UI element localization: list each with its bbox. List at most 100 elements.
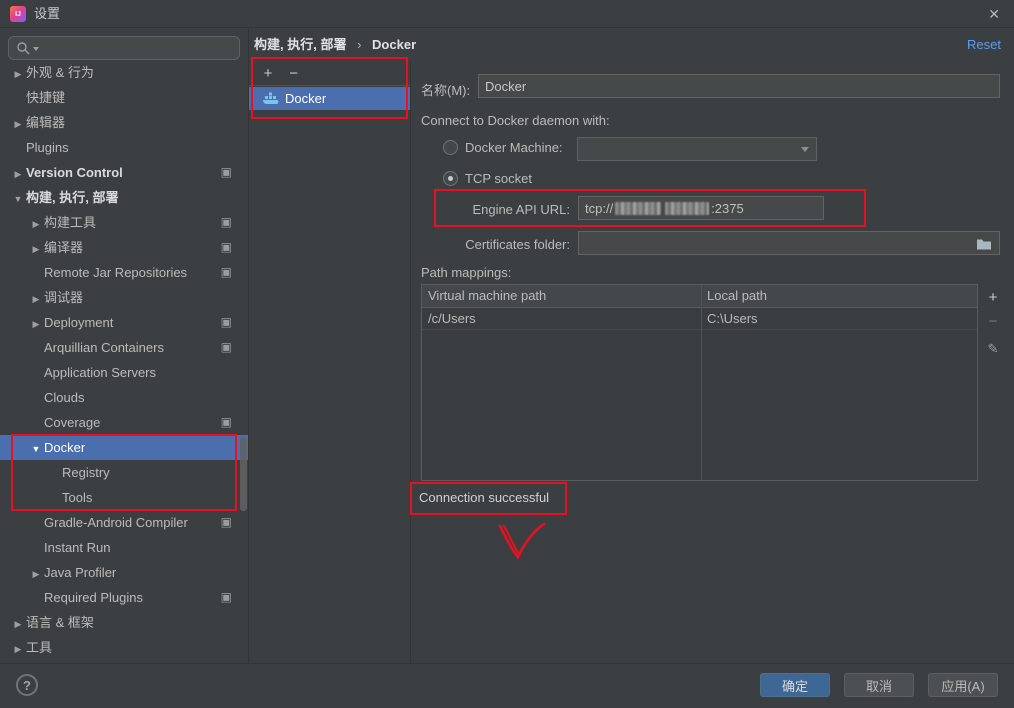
cert-folder-input[interactable] <box>578 231 1000 255</box>
annotation-checkmark <box>492 520 552 564</box>
sidebar-item-label: 快捷键 <box>26 90 65 105</box>
list-toolbar: + − <box>249 62 410 86</box>
docker-list-item[interactable]: Docker <box>249 87 410 110</box>
footer-divider <box>0 663 1014 664</box>
docker-list-item-label: Docker <box>285 91 326 106</box>
chevron-collapsed-icon[interactable]: ▶ <box>10 612 26 637</box>
sidebar-item-label: Tools <box>62 490 92 505</box>
sidebar-item-label: Arquillian Containers <box>44 340 164 355</box>
column-divider <box>701 285 702 480</box>
close-button[interactable]: ✕ <box>988 0 1000 28</box>
sidebar-item-label: Java Profiler <box>44 565 116 580</box>
titlebar: IJ 设置 ✕ <box>0 0 1014 28</box>
sidebar-item[interactable]: 快捷键 <box>0 85 248 110</box>
remove-button[interactable]: − <box>283 62 305 85</box>
sidebar-item-label: Remote Jar Repositories <box>44 265 187 280</box>
sidebar-item[interactable]: Coverage▣ <box>0 410 248 435</box>
chevron-collapsed-icon[interactable]: ▶ <box>28 287 44 312</box>
remove-mapping-button[interactable]: − <box>984 313 1002 331</box>
shared-settings-icon: ▣ <box>221 510 232 535</box>
sidebar-item[interactable]: ▶语言 & 框架 <box>0 610 248 635</box>
docker-machine-radio[interactable]: Docker Machine: <box>443 140 563 155</box>
search-input[interactable] <box>8 36 240 60</box>
sidebar-item-label: 调试器 <box>44 290 83 305</box>
shared-settings-icon: ▣ <box>221 310 232 335</box>
shared-settings-icon: ▣ <box>221 335 232 360</box>
path-mappings-body: /c/UsersC:\Users <box>422 307 977 329</box>
name-label: 名称(M): <box>421 80 470 99</box>
chevron-collapsed-icon[interactable]: ▶ <box>28 237 44 262</box>
help-button[interactable]: ? <box>16 674 38 696</box>
sidebar-item-label: Clouds <box>44 390 84 405</box>
shared-settings-icon: ▣ <box>221 210 232 235</box>
apply-button[interactable]: 应用(A) <box>928 673 998 697</box>
chevron-expanded-icon[interactable]: ▼ <box>28 437 44 462</box>
panel-divider <box>410 62 411 664</box>
settings-tree: ▶外观 & 行为快捷键▶编辑器Plugins▶Version Control▣▼… <box>0 60 248 660</box>
chevron-collapsed-icon[interactable]: ▶ <box>10 62 26 87</box>
path-mapping-row[interactable]: /c/UsersC:\Users <box>422 307 977 329</box>
column-header: Virtual machine path <box>422 285 701 307</box>
sidebar-item[interactable]: Registry <box>0 460 248 485</box>
sidebar-item-label: 构建工具 <box>44 215 96 230</box>
engine-api-input[interactable]: tcp:// :2375 <box>578 196 824 220</box>
sidebar-item[interactable]: Tools <box>0 485 248 510</box>
chevron-collapsed-icon[interactable]: ▶ <box>28 312 44 337</box>
sidebar-item[interactable]: Instant Run <box>0 535 248 560</box>
sidebar-item[interactable]: ▶编译器▣ <box>0 235 248 260</box>
chevron-expanded-icon[interactable]: ▼ <box>10 187 26 212</box>
engine-api-value-suffix: :2375 <box>711 201 744 216</box>
path-mapping-cell: C:\Users <box>701 307 977 329</box>
tcp-socket-radio[interactable]: TCP socket <box>443 171 532 186</box>
shared-settings-icon: ▣ <box>221 260 232 285</box>
chevron-collapsed-icon[interactable]: ▶ <box>10 637 26 662</box>
sidebar-item[interactable]: Remote Jar Repositories ▣ <box>0 260 248 285</box>
sidebar-item-label: Required Plugins <box>44 590 143 605</box>
path-mappings-label: Path mappings: <box>421 265 511 280</box>
sidebar-item-label: Coverage <box>44 415 100 430</box>
sidebar-divider <box>248 28 249 664</box>
reset-link[interactable]: Reset <box>967 28 1001 62</box>
sidebar-item-label: 外观 & 行为 <box>26 65 94 80</box>
sidebar-item[interactable]: ▶构建工具 ▣ <box>0 210 248 235</box>
docker-machine-label: Docker Machine: <box>465 140 563 155</box>
breadcrumb-item[interactable]: 构建, 执行, 部署 <box>254 37 346 52</box>
chevron-collapsed-icon[interactable]: ▶ <box>28 562 44 587</box>
sidebar-item[interactable]: Arquillian Containers ▣ <box>0 335 248 360</box>
sidebar-item[interactable]: ▶调试器 <box>0 285 248 310</box>
chevron-collapsed-icon[interactable]: ▶ <box>28 212 44 237</box>
sidebar-item-label: Application Servers <box>44 365 156 380</box>
sidebar-item[interactable]: ▶Java Profiler <box>0 560 248 585</box>
tcp-socket-label: TCP socket <box>465 171 532 186</box>
sidebar-item[interactable]: ▶工具 <box>0 635 248 660</box>
sidebar-item[interactable]: ▶编辑器 <box>0 110 248 135</box>
sidebar-item[interactable]: ▶Version Control▣ <box>0 160 248 185</box>
sidebar-item[interactable]: ▼构建, 执行, 部署 <box>0 185 248 210</box>
cancel-button[interactable]: 取消 <box>844 673 914 697</box>
sidebar-item[interactable]: ▶Deployment▣ <box>0 310 248 335</box>
sidebar-item[interactable]: Required Plugins▣ <box>0 585 248 610</box>
name-input[interactable] <box>478 74 1000 98</box>
ok-button[interactable]: 确定 <box>760 673 830 697</box>
sidebar-scrollbar[interactable] <box>240 437 247 511</box>
breadcrumb-item[interactable]: Docker <box>372 37 416 52</box>
add-mapping-button[interactable]: + <box>984 289 1002 307</box>
settings-dialog: IJ 设置 ✕ ▶外观 & 行为快捷键▶编辑器Plugins▶Version C… <box>0 0 1014 708</box>
chevron-collapsed-icon[interactable]: ▶ <box>10 162 26 187</box>
window-title: 设置 <box>34 0 60 28</box>
sidebar-item[interactable]: Clouds <box>0 385 248 410</box>
chevron-collapsed-icon[interactable]: ▶ <box>10 112 26 137</box>
sidebar-item[interactable]: ▶外观 & 行为 <box>0 60 248 85</box>
edit-mapping-button[interactable]: ✎ <box>984 340 1002 358</box>
sidebar-item[interactable]: Plugins <box>0 135 248 160</box>
sidebar-item[interactable]: ▼Docker <box>0 435 248 460</box>
intellij-logo: IJ <box>10 6 26 22</box>
docker-machine-select[interactable] <box>577 137 817 161</box>
sidebar-item[interactable]: Application Servers <box>0 360 248 385</box>
sidebar-item[interactable]: Gradle-Android Compiler▣ <box>0 510 248 535</box>
add-button[interactable]: + <box>257 62 279 85</box>
radio-checked-icon <box>443 171 458 186</box>
folder-icon[interactable] <box>976 238 992 250</box>
sidebar-item-label: 编译器 <box>44 240 83 255</box>
sidebar: ▶外观 & 行为快捷键▶编辑器Plugins▶Version Control▣▼… <box>0 28 248 664</box>
